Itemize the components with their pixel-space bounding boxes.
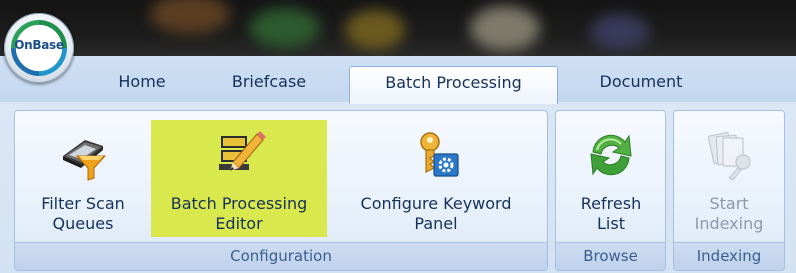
label-line: Refresh [580,194,642,213]
filter-scan-queues-label: Filter Scan Queues [20,194,146,234]
group-label-configuration: Configuration [15,242,547,270]
title-bar-decoration [590,14,650,50]
tab-batch-processing[interactable]: Batch Processing [349,66,558,104]
tab-briefcase[interactable]: Briefcase [213,66,325,102]
key-settings-icon [420,132,459,177]
filter-scan-queues-button[interactable]: Filter Scan Queues [20,120,146,237]
label-line: Panel [414,214,458,233]
group-label-indexing: Indexing [674,242,784,270]
batch-processing-editor-label: Batch Processing Editor [151,194,327,234]
title-bar-decoration [470,6,540,51]
label-line: Filter Scan [41,194,125,213]
tab-home[interactable]: Home [100,66,184,102]
label-line: Configure Keyword [360,194,512,213]
scanner-filter-icon [63,140,107,181]
label-line: Editor [215,214,263,233]
batch-processing-editor-button[interactable]: Batch Processing Editor [151,120,327,237]
configure-keyword-panel-label: Configure Keyword Panel [334,194,538,234]
refresh-icon [590,134,632,176]
title-bar-decoration [250,8,320,48]
label-line: Queues [52,214,114,233]
tab-document[interactable]: Document [578,66,704,102]
start-indexing-icon [707,131,751,181]
configure-keyword-panel-button[interactable]: Configure Keyword Panel [334,120,538,237]
edit-pencil-icon [219,131,266,171]
logo-text: OnBase [14,38,64,52]
title-bar-decoration [150,0,230,34]
group-label-browse: Browse [556,242,665,270]
refresh-list-button[interactable]: Refresh List [562,120,660,237]
refresh-list-label: Refresh List [562,194,660,234]
label-line: Batch Processing [170,194,308,213]
label-line: Start [709,194,749,213]
title-bar-decoration [345,10,405,50]
start-indexing-label: Start Indexing [680,194,778,234]
label-line: Indexing [694,214,764,233]
application-menu-button[interactable]: OnBase [4,13,74,83]
start-indexing-button[interactable]: Start Indexing [680,120,778,237]
label-line: List [597,214,625,233]
window-title-bar [0,0,796,58]
